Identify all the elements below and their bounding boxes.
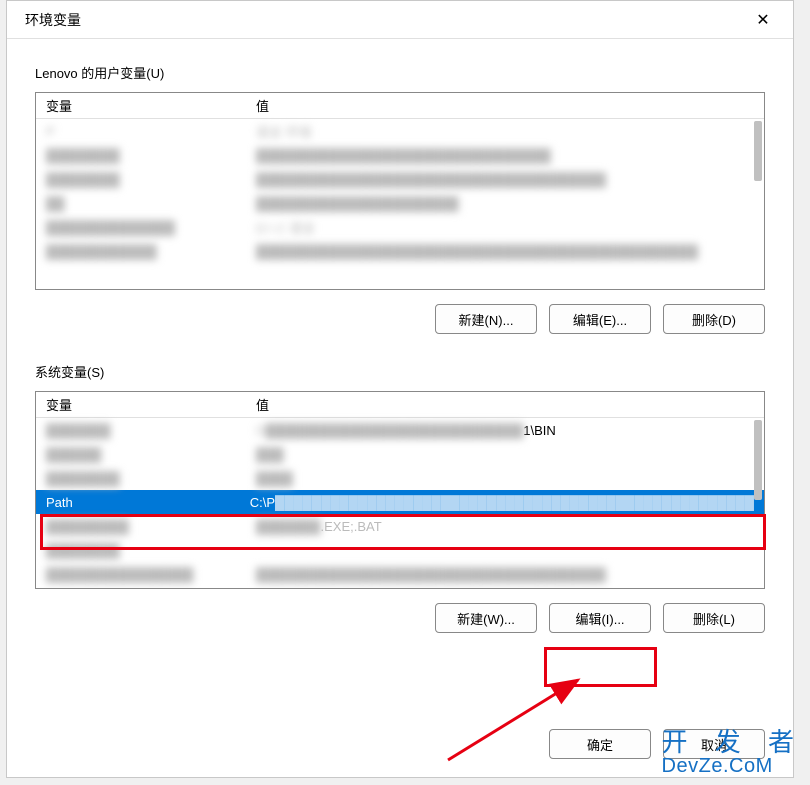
close-icon[interactable]: ✕: [745, 5, 781, 35]
sys-vars-buttons: 新建(W)... 编辑(I)... 删除(L): [35, 603, 765, 633]
sys-edit-button[interactable]: 编辑(I)...: [549, 603, 651, 633]
list-item-path[interactable]: PathC:\P████████████████████████████████…: [36, 490, 764, 514]
col-header-value[interactable]: 值: [246, 93, 764, 118]
cancel-button[interactable]: 取消: [663, 729, 765, 759]
titlebar: 环境变量 ✕: [7, 1, 793, 39]
list-item[interactable]: ████████████████████████████████████████…: [36, 167, 764, 191]
list-item[interactable]: ████████████: [36, 466, 764, 490]
scrollbar[interactable]: [754, 121, 762, 181]
sys-vars-header: 变量 值: [36, 392, 764, 418]
list-item[interactable]: ████████████████████████████████████████…: [36, 562, 764, 586]
sys-vars-body[interactable]: ███████D████████████████████████████1\BI…: [36, 418, 764, 588]
user-edit-button[interactable]: 编辑(E)...: [549, 304, 651, 334]
list-item[interactable]: ████████████████.EXE;.BAT: [36, 514, 764, 538]
scrollbar[interactable]: [754, 420, 762, 500]
user-vars-label: Lenovo 的用户变量(U): [35, 63, 765, 82]
sys-vars-label: 系统变量(S): [35, 362, 765, 381]
list-item[interactable]: ██████████████D:\ C 语言: [36, 215, 764, 239]
user-vars-buttons: 新建(N)... 编辑(E)... 删除(D): [35, 304, 765, 334]
list-item[interactable]: P语言 环境: [36, 119, 764, 143]
col-header-variable[interactable]: 变量: [36, 392, 246, 417]
sys-delete-button[interactable]: 删除(L): [663, 603, 765, 633]
sys-vars-list[interactable]: 变量 值 ███████D███████████████████████████…: [35, 391, 765, 589]
list-item[interactable]: ███████D████████████████████████████1\BI…: [36, 418, 764, 442]
sys-new-button[interactable]: 新建(W)...: [435, 603, 537, 633]
user-vars-body[interactable]: P语言 环境 █████████████████████████████████…: [36, 119, 764, 289]
list-item[interactable]: ████████: [36, 538, 764, 562]
user-vars-header: 变量 值: [36, 93, 764, 119]
footer-buttons: 确定 取消: [35, 709, 765, 759]
col-header-variable[interactable]: 变量: [36, 93, 246, 118]
user-delete-button[interactable]: 删除(D): [663, 304, 765, 334]
dialog-title: 环境变量: [19, 10, 81, 30]
user-vars-list[interactable]: 变量 值 P语言 环境 ████████████████████████████…: [35, 92, 765, 290]
col-header-value[interactable]: 值: [246, 392, 764, 417]
list-item[interactable]: ████████████████████████████████████████…: [36, 239, 764, 263]
list-item-truncated: tFIF Intel64 Family 6 Model 158 Stepping…: [36, 586, 764, 589]
env-vars-dialog: 环境变量 ✕ Lenovo 的用户变量(U) 变量 值 P语言 环境 █████…: [6, 0, 794, 778]
list-item[interactable]: ████████████████████████: [36, 191, 764, 215]
list-item[interactable]: ████████████████████████████████████████: [36, 143, 764, 167]
ok-button[interactable]: 确定: [549, 729, 651, 759]
dialog-content: Lenovo 的用户变量(U) 变量 值 P语言 环境 ████████████…: [7, 39, 793, 777]
list-item[interactable]: █████████: [36, 442, 764, 466]
user-new-button[interactable]: 新建(N)...: [435, 304, 537, 334]
